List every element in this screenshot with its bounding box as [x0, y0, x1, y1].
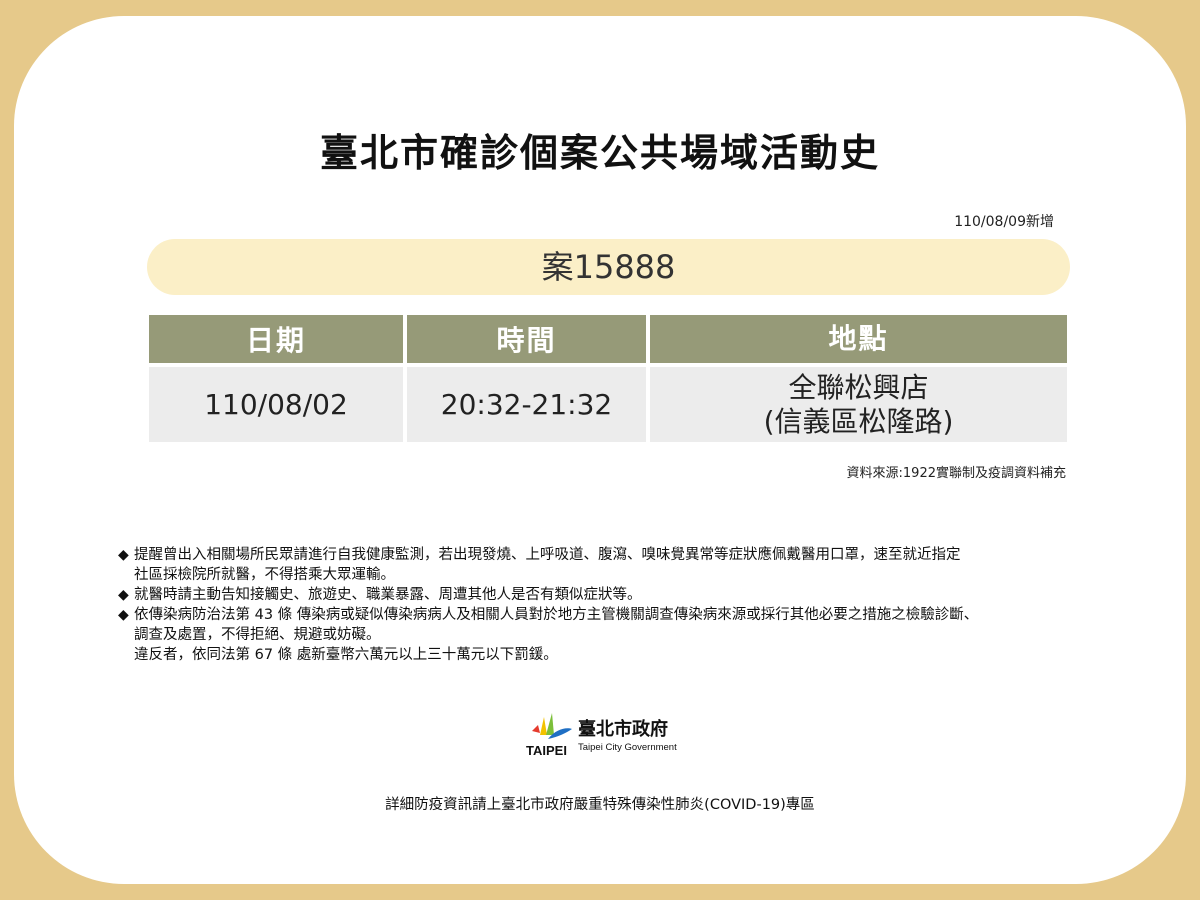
header-date: 日期: [149, 315, 403, 363]
cell-date: 110/08/02: [149, 367, 403, 442]
taipei-city-logo: TAIPEI 臺北市政府 Taipei City Government: [526, 711, 686, 758]
cell-time: 20:32-21:32: [407, 367, 646, 442]
place-name: 全聯松興店: [788, 370, 929, 404]
cell-place: 全聯松興店 (信義區松隆路): [650, 367, 1067, 442]
footer-note: 詳細防疫資訊請上臺北市政府嚴重特殊傳染性肺炎(COVID-19)專區: [385, 797, 815, 813]
activity-table: 日期 時間 地點 110/08/02 20:32-21:32 全聯松興店 (信義…: [149, 315, 1067, 442]
notice-item: ◆ 提醒曾出入相關場所民眾請進行自我健康監測，若出現發燒、上呼吸道、腹瀉、嗅味覺…: [118, 545, 1158, 585]
notice-list: ◆ 提醒曾出入相關場所民眾請進行自我健康監測，若出現發燒、上呼吸道、腹瀉、嗅味覺…: [118, 545, 1158, 665]
diamond-bullet-icon: ◆: [118, 587, 129, 603]
table-header-row: 日期 時間 地點: [149, 315, 1067, 363]
data-source-note: 資料來源:1922實聯制及疫調資料補充: [846, 466, 1066, 481]
case-number-banner: 案15888: [147, 239, 1070, 295]
notice-line: 違反者，依同法第 67 條 處新臺幣六萬元以上三十萬元以下罰鍰。: [134, 647, 558, 663]
header-place: 地點: [650, 315, 1067, 363]
page-title: 臺北市確診個案公共場域活動史: [319, 131, 880, 175]
notice-line: 社區採檢院所就醫，不得搭乘大眾運輸。: [134, 567, 395, 583]
notice-line: 就醫時請主動告知接觸史、旅遊史、職業暴露、周遭其他人是否有類似症狀等。: [134, 587, 642, 603]
header-time: 時間: [407, 315, 646, 363]
table-row: 110/08/02 20:32-21:32 全聯松興店 (信義區松隆路): [149, 367, 1067, 442]
taipei-emblem-icon: [532, 713, 572, 739]
diamond-bullet-icon: ◆: [118, 547, 129, 563]
notice-item: ◆ 依傳染病防治法第 43 條 傳染病或疑似傳染病病人及相關人員對於地方主管機關…: [118, 605, 1158, 665]
place-district: (信義區松隆路): [763, 404, 954, 438]
logo-subtitle: Taipei City Government: [578, 742, 677, 753]
update-date: 110/08/09新增: [954, 214, 1054, 230]
diamond-bullet-icon: ◆: [118, 607, 129, 623]
logo-text-zh: 臺北市政府: [578, 719, 668, 740]
notice-line: 調查及處置，不得拒絕、規避或妨礙。: [134, 627, 381, 643]
logo-text-en: TAIPEI: [526, 743, 567, 758]
notice-item: ◆ 就醫時請主動告知接觸史、旅遊史、職業暴露、周遭其他人是否有類似症狀等。: [118, 585, 1158, 605]
notice-line: 提醒曾出入相關場所民眾請進行自我健康監測，若出現發燒、上呼吸道、腹瀉、嗅味覺異常…: [134, 547, 961, 563]
notice-line: 依傳染病防治法第 43 條 傳染病或疑似傳染病病人及相關人員對於地方主管機關調查…: [134, 607, 979, 623]
